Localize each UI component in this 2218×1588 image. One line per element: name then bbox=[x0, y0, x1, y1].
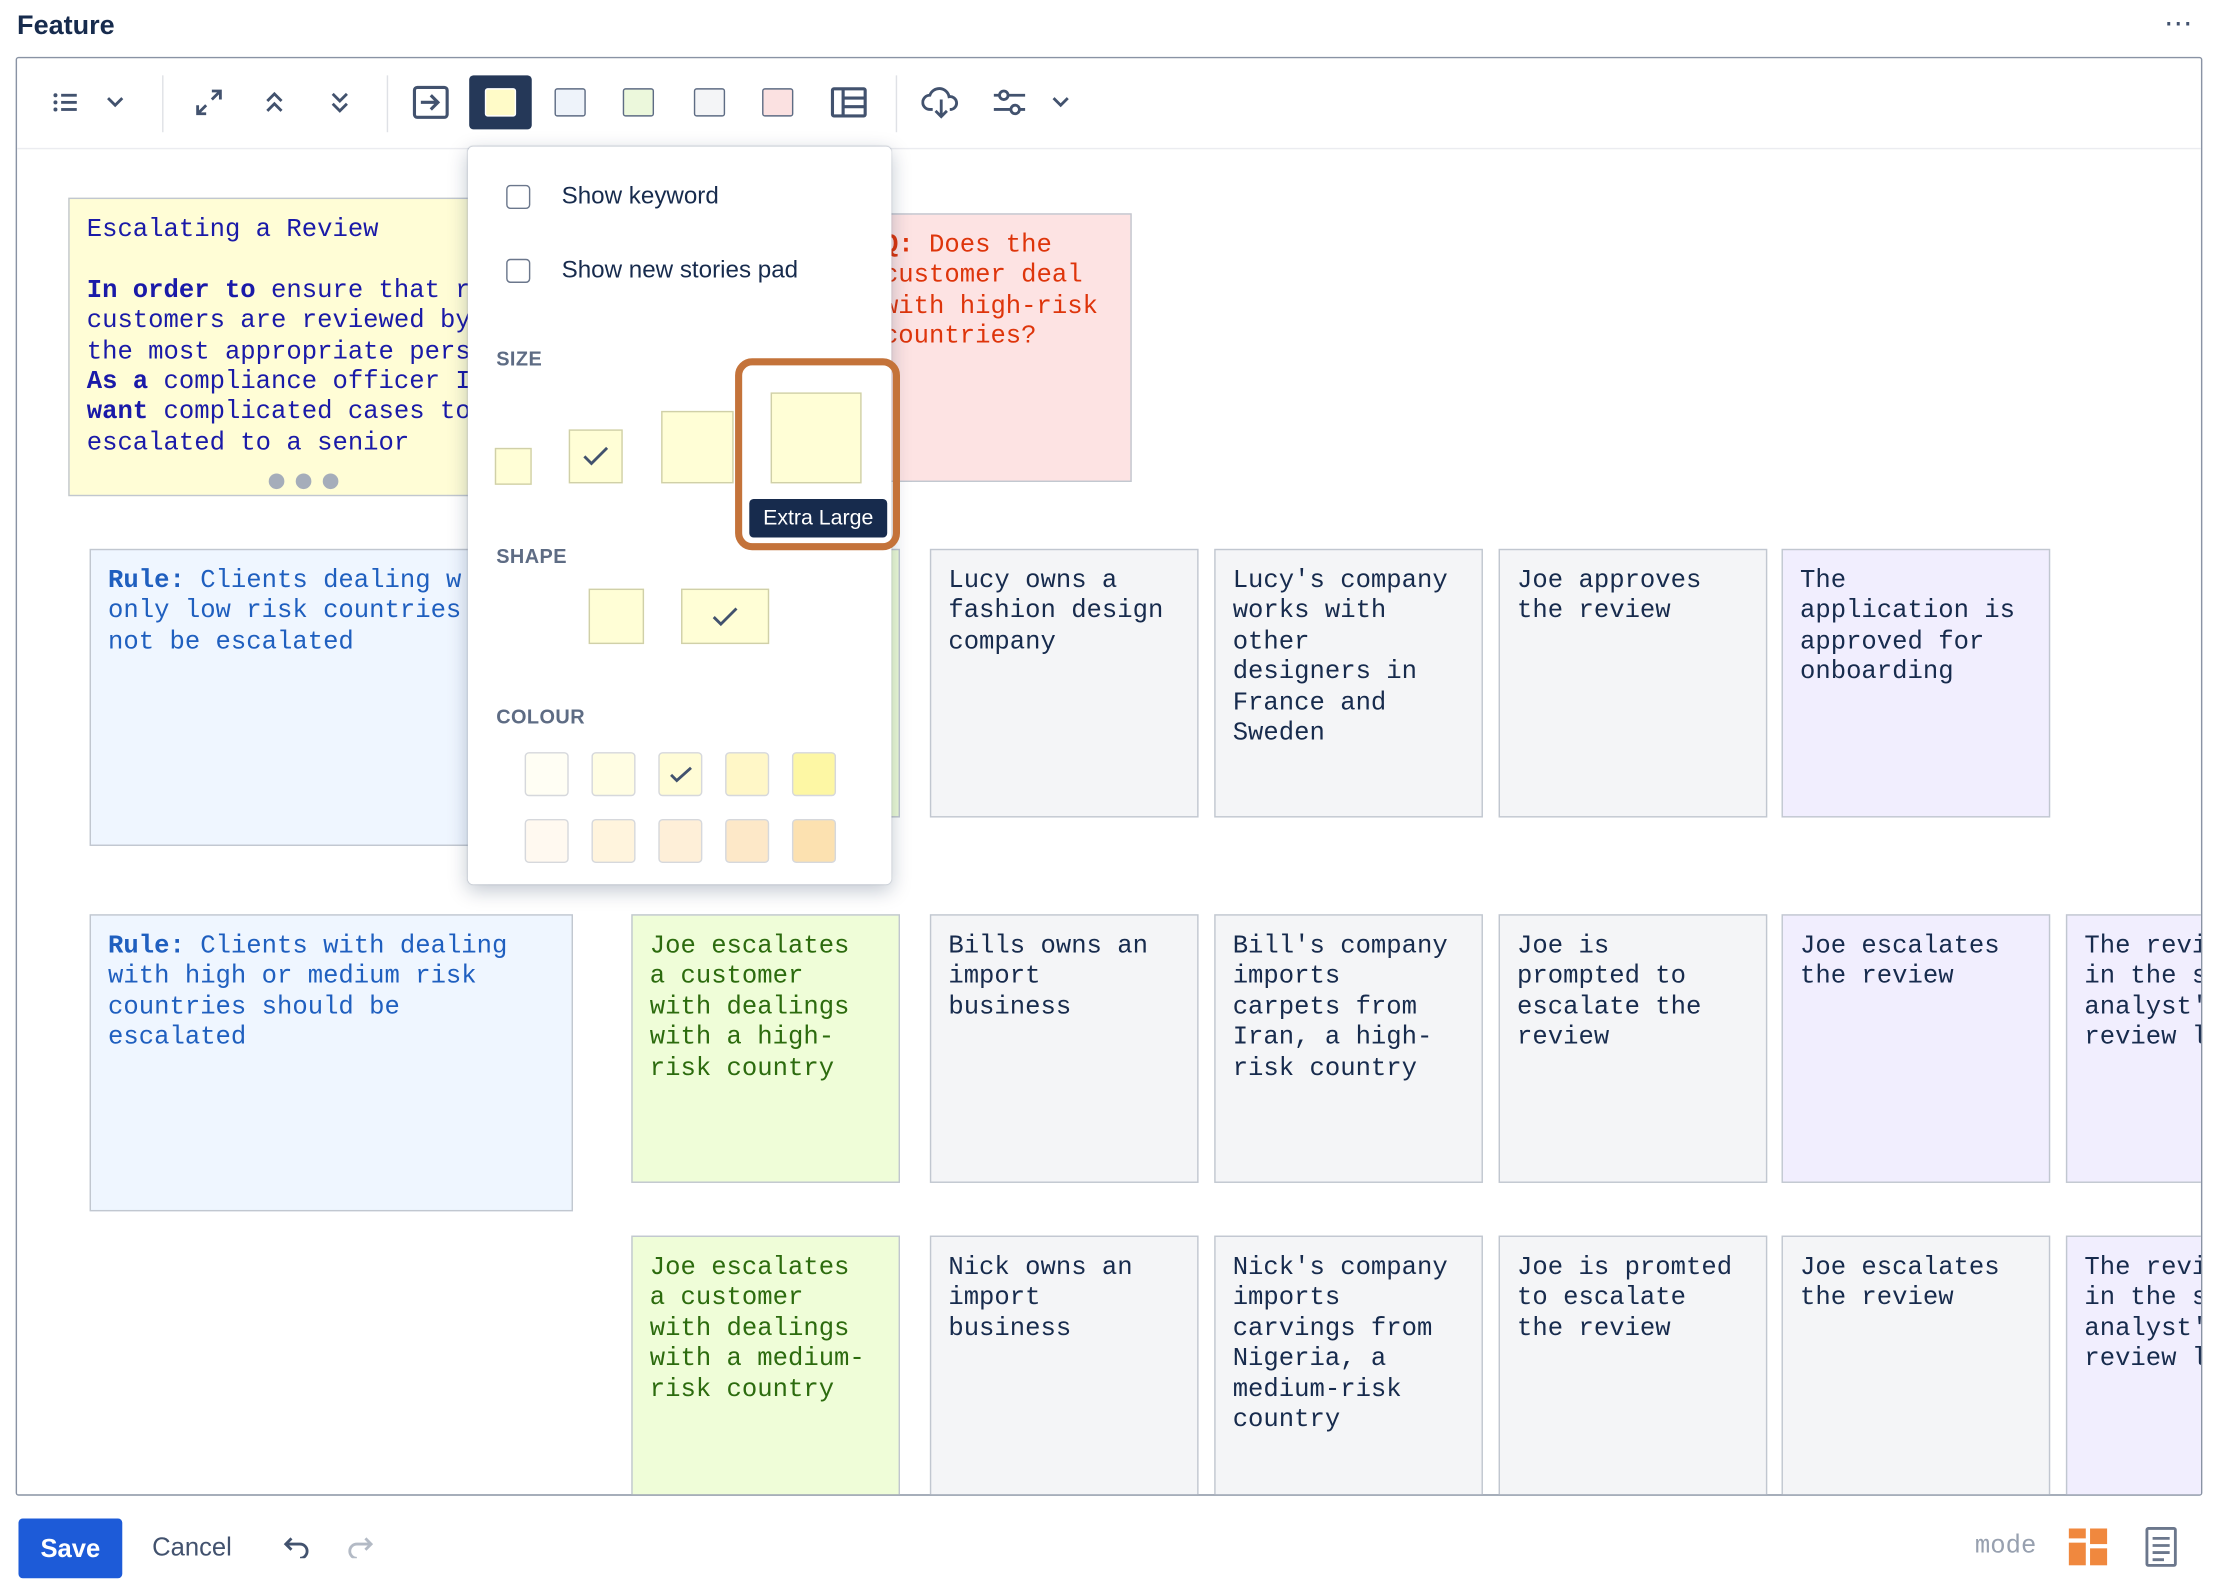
checkbox[interactable] bbox=[506, 258, 531, 283]
outcome-card[interactable]: The revi in the s analyst' review l bbox=[2065, 914, 2201, 1183]
story-card[interactable]: Joe escalates the review bbox=[1781, 1235, 2051, 1495]
card-grey-icon[interactable] bbox=[691, 75, 728, 129]
option-label: Show new stories pad bbox=[561, 255, 799, 283]
shape-square-option[interactable] bbox=[588, 588, 645, 645]
story-canvas: Escalating a Review In order to ensure t… bbox=[17, 151, 2201, 1495]
feature-text: ensure that r bbox=[255, 276, 471, 306]
list-icon[interactable] bbox=[45, 75, 85, 129]
chevron-down-icon[interactable] bbox=[1046, 75, 1074, 129]
settings-sliders-icon[interactable] bbox=[990, 75, 1030, 129]
story-card[interactable]: Joe is prompted to escalate the review bbox=[1498, 914, 1768, 1183]
cancel-button[interactable]: Cancel bbox=[152, 1533, 232, 1563]
redo-icon[interactable] bbox=[345, 1533, 374, 1566]
outcome-card[interactable]: The revi in the s analyst' review l bbox=[2065, 1235, 2201, 1495]
tooltip: Extra Large bbox=[749, 499, 888, 538]
table-icon[interactable] bbox=[827, 75, 870, 129]
undo-icon[interactable] bbox=[283, 1533, 311, 1566]
save-button[interactable]: Save bbox=[18, 1518, 123, 1579]
colour-swatch[interactable] bbox=[725, 752, 770, 797]
colour-swatch[interactable] bbox=[524, 818, 569, 864]
story-card[interactable]: Joe approves the review bbox=[1498, 548, 1768, 818]
card-red-icon[interactable] bbox=[759, 75, 796, 129]
editor-frame: Escalating a Review In order to ensure t… bbox=[15, 56, 2203, 1496]
example-card[interactable]: Joe escalates a customer with dealings w… bbox=[631, 914, 900, 1183]
size-heading: SIZE bbox=[496, 346, 543, 370]
option-label: Show keyword bbox=[561, 181, 719, 210]
document-view-icon[interactable] bbox=[2144, 1527, 2178, 1574]
card-blue-icon[interactable] bbox=[552, 75, 589, 129]
chevron-down-icon[interactable] bbox=[100, 75, 131, 129]
mode-label: mode bbox=[1974, 1532, 2037, 1562]
board-view-icon[interactable] bbox=[2068, 1528, 2109, 1572]
colour-swatch[interactable] bbox=[725, 818, 770, 864]
colour-swatch[interactable] bbox=[591, 818, 636, 864]
toolbar-divider bbox=[162, 75, 164, 133]
rule-card[interactable]: Rule: Clients with dealing with high or … bbox=[89, 914, 573, 1212]
keyword: want bbox=[86, 398, 149, 428]
feature-text: compliance officer I bbox=[148, 368, 471, 397]
more-dots-icon[interactable] bbox=[268, 473, 339, 490]
shape-heading: SHAPE bbox=[496, 544, 567, 568]
feature-text: the most appropriate pers bbox=[86, 337, 471, 367]
story-card[interactable]: Joe escalates the review bbox=[1781, 914, 2051, 1183]
show-new-stories-pad-option[interactable]: Show new stories pad bbox=[506, 256, 798, 284]
show-keyword-option[interactable]: Show keyword bbox=[506, 182, 719, 210]
colour-swatch[interactable] bbox=[791, 818, 837, 864]
check-icon bbox=[712, 606, 738, 626]
story-card[interactable]: Lucy owns a fashion design company bbox=[929, 548, 1199, 818]
keyword: As a bbox=[86, 368, 149, 397]
story-card[interactable]: Lucy's company works with other designer… bbox=[1214, 548, 1483, 818]
example-card[interactable]: Joe escalates a customer with dealings w… bbox=[631, 1235, 900, 1495]
keyword: Rule: bbox=[108, 567, 185, 596]
colour-swatch[interactable] bbox=[791, 752, 837, 797]
colour-swatch[interactable] bbox=[658, 752, 703, 797]
colour-heading: COLOUR bbox=[496, 705, 586, 728]
shape-wide-option[interactable] bbox=[681, 588, 770, 645]
toolbar-divider bbox=[386, 75, 389, 133]
size-medium-option[interactable] bbox=[568, 429, 623, 484]
colour-swatch[interactable] bbox=[658, 818, 703, 864]
question-text: Does the customer deal with high-risk co… bbox=[882, 231, 1098, 352]
story-card[interactable]: Bill's company imports carpets from Iran… bbox=[1214, 914, 1483, 1183]
story-card[interactable]: Bills owns an import business bbox=[929, 914, 1199, 1183]
check-icon bbox=[669, 766, 692, 782]
cloud-download-icon[interactable] bbox=[918, 75, 963, 129]
expand-icon[interactable] bbox=[188, 75, 231, 129]
more-options-icon[interactable]: ⋯ bbox=[2164, 6, 2194, 42]
size-small-option[interactable] bbox=[494, 447, 532, 485]
feature-title: Escalating a Review bbox=[86, 216, 379, 245]
keyword: In order to bbox=[86, 276, 256, 306]
colour-swatch[interactable] bbox=[524, 752, 569, 797]
collapse-down-icon[interactable] bbox=[321, 75, 358, 129]
outcome-card[interactable]: The application is approved for onboardi… bbox=[1781, 548, 2051, 818]
checkbox[interactable] bbox=[506, 184, 531, 209]
toolbar-divider bbox=[895, 75, 898, 133]
check-icon bbox=[583, 446, 609, 466]
card-green-icon[interactable] bbox=[620, 75, 657, 129]
collapse-up-icon[interactable] bbox=[256, 75, 293, 129]
export-icon[interactable] bbox=[409, 75, 452, 129]
colour-swatch[interactable] bbox=[591, 752, 636, 797]
card-yellow-icon[interactable] bbox=[469, 75, 532, 130]
story-card[interactable]: Joe is promted to escalate the review bbox=[1498, 1235, 1768, 1495]
question-card[interactable]: Q: Does the customer deal with high-risk… bbox=[864, 213, 1132, 482]
story-card[interactable]: Nick's company imports carvings from Nig… bbox=[1214, 1235, 1483, 1495]
feature-text: complicated cases to bbox=[148, 398, 471, 428]
feature-card[interactable]: Escalating a Review In order to ensure t… bbox=[68, 197, 495, 497]
story-card[interactable]: Nick owns an import business bbox=[929, 1235, 1199, 1495]
size-large-option[interactable] bbox=[661, 410, 734, 484]
keyword: Rule: bbox=[108, 932, 185, 962]
feature-text: escalated to a senior bbox=[86, 429, 410, 458]
toolbar bbox=[17, 58, 2201, 150]
feature-text: customers are reviewed by bbox=[86, 307, 471, 336]
page-title: Feature bbox=[17, 11, 115, 42]
